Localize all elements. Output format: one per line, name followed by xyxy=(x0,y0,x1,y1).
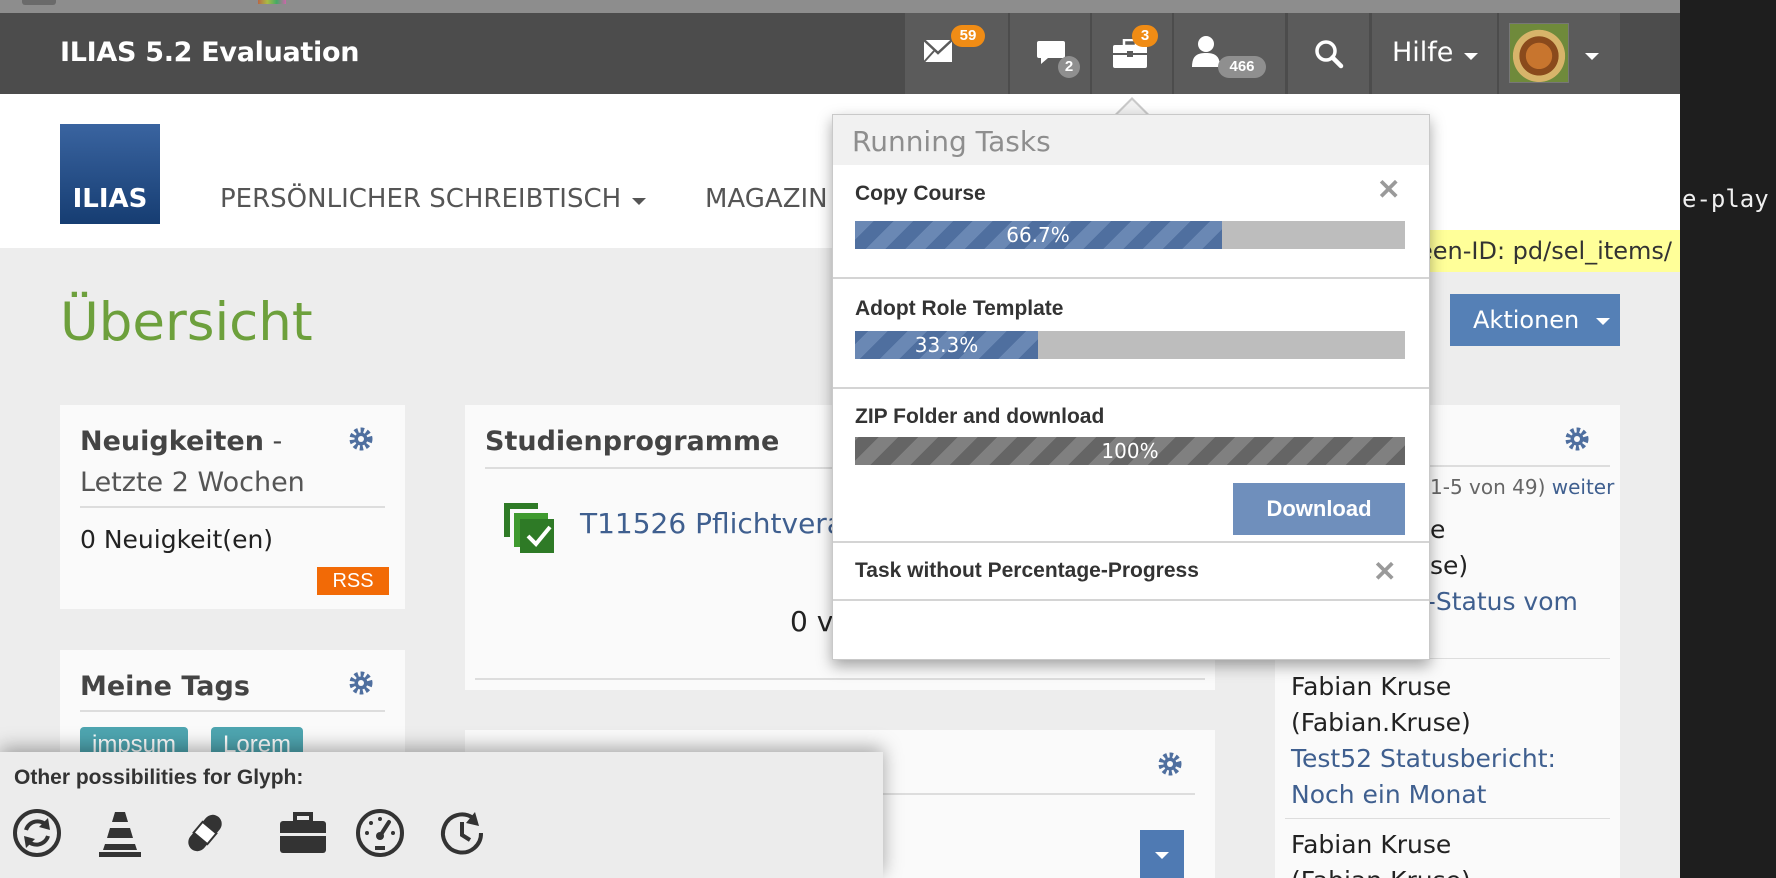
tags-title: Meine Tags xyxy=(80,671,250,702)
download-button[interactable]: Download xyxy=(1233,483,1405,535)
mail-count-badge: 59 xyxy=(951,25,985,47)
task-item: Task without Percentage-Progress ✕ xyxy=(833,545,1429,601)
task-title: ZIP Folder and download xyxy=(855,405,1105,428)
chevron-down-icon xyxy=(1155,852,1169,859)
avatar xyxy=(1509,23,1569,83)
actions-button[interactable]: Aktionen xyxy=(1450,294,1620,346)
nav-repository-label: MAGAZIN xyxy=(705,184,828,214)
study-programme-link[interactable]: T11526 Pflichtveran xyxy=(580,507,862,540)
entry-line2: (Fabian.Kruse) xyxy=(1291,866,1471,878)
task-item: Adopt Role Template 33.3% xyxy=(833,279,1429,389)
more-link[interactable]: weiter xyxy=(1552,475,1615,499)
divider xyxy=(80,506,385,508)
entry-line2: (Fabian.Kruse) xyxy=(1291,708,1471,737)
gear-icon[interactable] xyxy=(349,427,373,451)
search-button[interactable] xyxy=(1288,13,1369,94)
chevron-down-icon xyxy=(1596,318,1610,325)
background-tasks-button[interactable]: 3 xyxy=(1092,13,1172,94)
chevron-down-icon xyxy=(1464,53,1478,60)
news-subtitle: Letzte 2 Wochen xyxy=(80,467,305,498)
news-panel: Neuigkeiten - Letzte 2 Wochen 0 Neuigkei… xyxy=(60,405,405,609)
chat-count-badge: 2 xyxy=(1058,56,1080,78)
entry-line1: Fabian Kruse xyxy=(1291,672,1452,701)
dropdown-button[interactable] xyxy=(1140,830,1184,878)
gear-icon[interactable] xyxy=(349,671,373,695)
tags-panel: Meine Tags impsum Lorem xyxy=(60,650,405,763)
dashboard-icon[interactable] xyxy=(355,808,405,858)
ilias-logo[interactable]: ILIAS xyxy=(60,124,160,224)
tasks-count-badge: 3 xyxy=(1132,25,1158,47)
mail-button[interactable]: 59 xyxy=(905,13,1008,94)
divider xyxy=(475,678,1205,680)
task-item: Copy Course ✕ 66.7% xyxy=(833,165,1429,279)
contacts-button[interactable]: 466 xyxy=(1174,13,1285,94)
contacts-count-badge: 466 xyxy=(1218,56,1266,78)
news-count: 0 Neuigkeit(en) xyxy=(80,525,274,554)
nav-repository[interactable]: MAGAZIN xyxy=(705,184,828,214)
history-icon[interactable] xyxy=(437,808,487,858)
chevron-down-icon xyxy=(632,198,646,205)
rss-button[interactable]: RSS xyxy=(317,567,389,595)
window-control[interactable] xyxy=(22,0,56,5)
search-icon xyxy=(1315,40,1344,69)
entry-link[interactable]: t-Status vom xyxy=(1417,587,1578,616)
logo-text: ILIAS xyxy=(72,184,148,214)
popover-header: Running Tasks xyxy=(833,115,1429,165)
entry-link[interactable]: Test52 Statusbericht: xyxy=(1291,744,1556,773)
progress-label: 100% xyxy=(1101,439,1159,463)
gear-icon[interactable] xyxy=(1565,427,1589,451)
chat-button[interactable]: 2 xyxy=(1010,13,1090,94)
progress-label: 33.3% xyxy=(914,333,979,357)
page-title: Übersicht xyxy=(60,292,313,353)
news-title-rest: - xyxy=(263,426,283,457)
close-icon[interactable]: ✕ xyxy=(1373,555,1396,588)
progress-bar: 33.3% xyxy=(855,331,1405,359)
divider xyxy=(1285,818,1610,819)
browser-top-strip xyxy=(0,0,1680,13)
color-strip xyxy=(258,0,286,4)
glyph-options-panel: Other possibilities for Glyph: xyxy=(0,752,883,878)
help-label: Hilfe xyxy=(1392,37,1454,68)
screen-id-note: een-ID: pd/sel_items/ xyxy=(1400,230,1680,272)
nav-personal-desktop-label: PERSÖNLICHER SCHREIBTISCH xyxy=(220,184,622,214)
progress-bar: 100% xyxy=(855,437,1405,465)
user-icon xyxy=(1192,36,1220,67)
top-navbar: ILIAS 5.2 Evaluation 59 2 3 466 Hilfe xyxy=(0,13,1680,94)
bandage-icon[interactable] xyxy=(180,808,230,858)
study-title: Studienprogramme xyxy=(485,426,780,457)
help-menu[interactable]: Hilfe xyxy=(1372,13,1497,94)
running-tasks-popover: Running Tasks Copy Course ✕ 66.7% Adopt … xyxy=(832,114,1430,660)
close-icon[interactable]: ✕ xyxy=(1377,173,1400,206)
terminal-text: e-play xyxy=(1682,185,1769,213)
envelope-icon xyxy=(923,39,953,63)
chevron-down-icon xyxy=(1585,53,1599,60)
briefcase-icon[interactable] xyxy=(278,808,328,858)
task-title: Copy Course xyxy=(855,182,986,205)
news-title-bold: Neuigkeiten xyxy=(80,426,264,457)
brand-title[interactable]: ILIAS 5.2 Evaluation xyxy=(60,37,359,68)
progress-label: 66.7% xyxy=(1006,223,1070,247)
nav-personal-desktop[interactable]: PERSÖNLICHER SCHREIBTISCH xyxy=(220,184,646,214)
refresh-icon[interactable] xyxy=(12,808,62,858)
paging-info: 1-5 von 49) weiter xyxy=(1430,475,1614,499)
entry-line1: e xyxy=(1430,515,1446,544)
entry-line1: Fabian Kruse xyxy=(1291,830,1452,859)
user-menu[interactable] xyxy=(1499,13,1620,94)
paging-range: 1-5 von 49) xyxy=(1430,475,1546,499)
task-title: Task without Percentage-Progress xyxy=(855,559,1199,582)
task-title: Adopt Role Template xyxy=(855,297,1064,320)
traffic-cone-icon[interactable] xyxy=(95,808,145,858)
study-programme-icon xyxy=(504,503,554,553)
gear-icon[interactable] xyxy=(1158,752,1182,776)
progress-bar: 66.7% xyxy=(855,221,1405,249)
glyph-options-title: Other possibilities for Glyph: xyxy=(14,766,304,789)
actions-label: Aktionen xyxy=(1473,306,1580,334)
divider xyxy=(80,710,385,712)
news-title: Neuigkeiten - xyxy=(80,426,282,457)
entry-line2: se) xyxy=(1430,551,1469,580)
entry-link-continued[interactable]: Noch ein Monat xyxy=(1291,780,1486,809)
